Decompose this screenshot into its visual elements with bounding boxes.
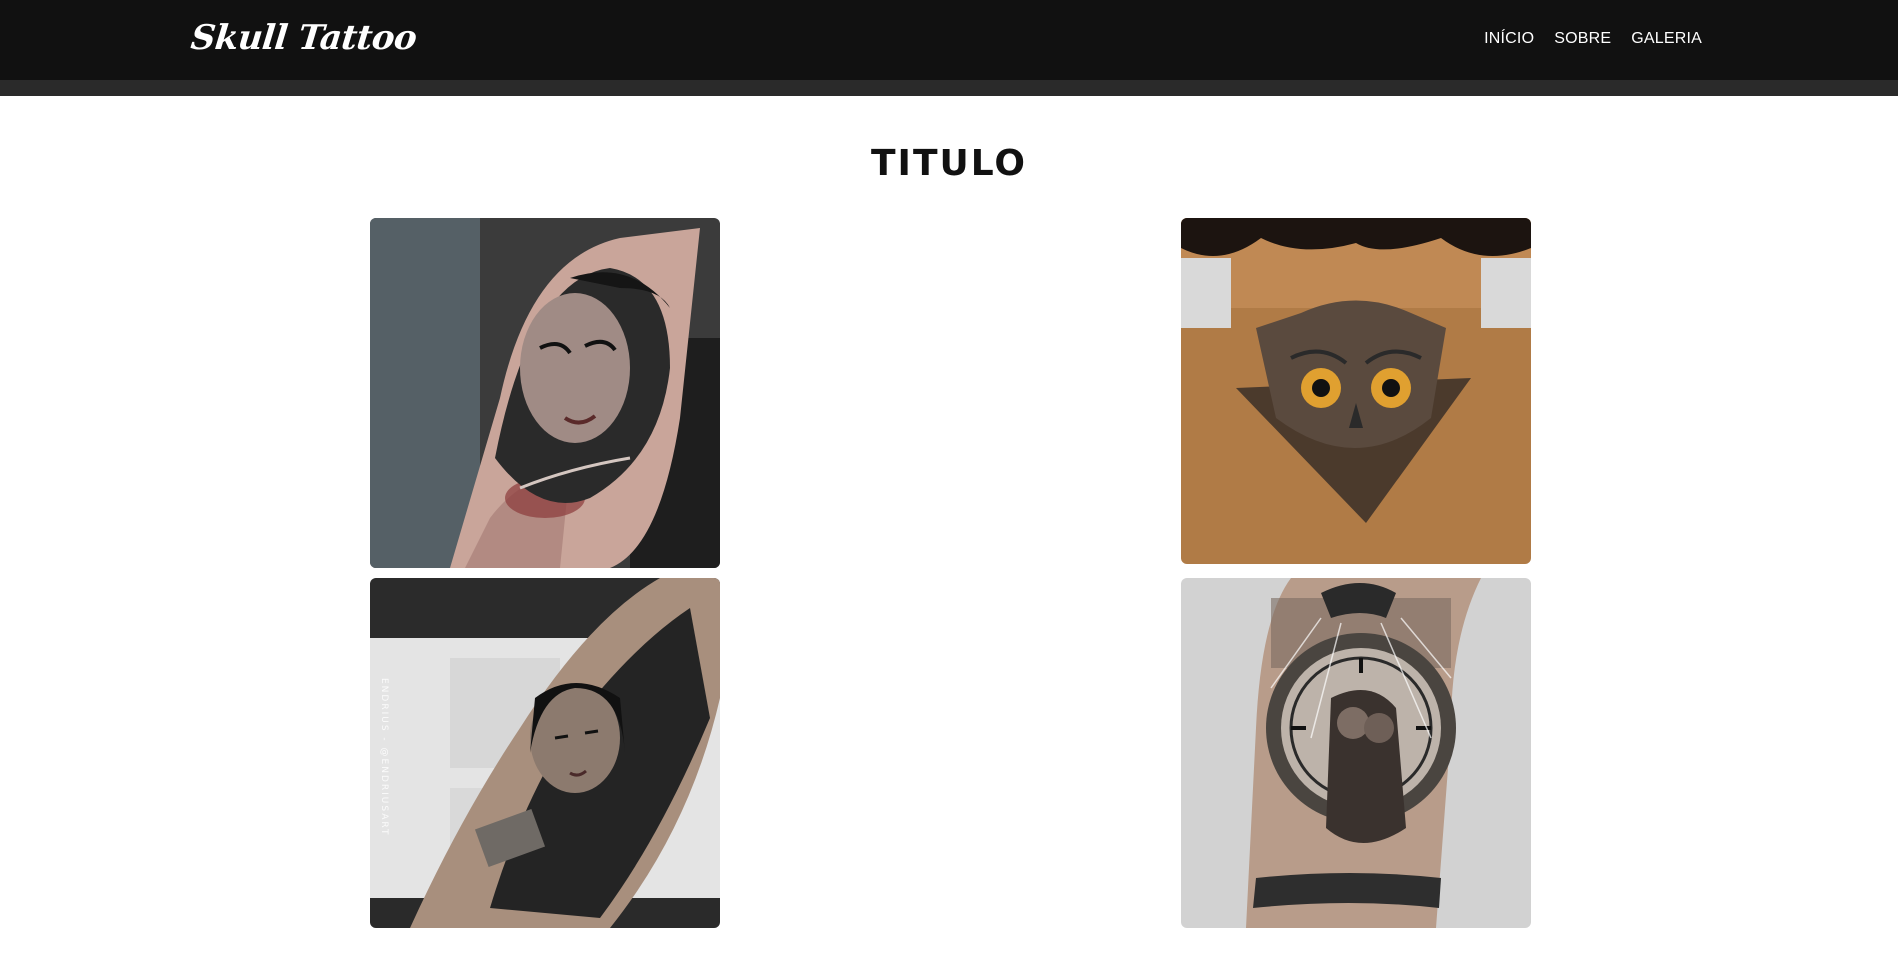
tattoo-anime-girl-image: ENDRIUS - @ENDRIUSART (370, 578, 720, 928)
brand-logo[interactable]: Skull Tattoo (189, 18, 419, 58)
gallery-image-woman-portrait[interactable] (370, 218, 720, 568)
nav-link-inicio[interactable]: INÍCIO (1484, 30, 1534, 48)
gallery-image-pocket-watch[interactable] (1181, 578, 1531, 928)
top-navbar: Skull Tattoo INÍCIO SOBRE GALERIA (0, 0, 1898, 80)
gallery-image-anime-girl[interactable]: ENDRIUS - @ENDRIUSART (370, 578, 720, 928)
main-nav: INÍCIO SOBRE GALERIA (1484, 30, 1702, 48)
gallery-title: TITULO (871, 143, 1027, 184)
tattoo-owl-image (1181, 218, 1531, 564)
gallery-image-owl[interactable] (1181, 218, 1531, 564)
navbar-shadow-band (0, 80, 1898, 96)
nav-link-sobre[interactable]: SOBRE (1554, 30, 1611, 48)
tattoo-pocket-watch-image (1181, 578, 1531, 928)
nav-link-galeria[interactable]: GALERIA (1631, 30, 1702, 48)
image-watermark: ENDRIUS - @ENDRIUSART (379, 678, 389, 837)
tattoo-woman-portrait-image (370, 218, 720, 568)
